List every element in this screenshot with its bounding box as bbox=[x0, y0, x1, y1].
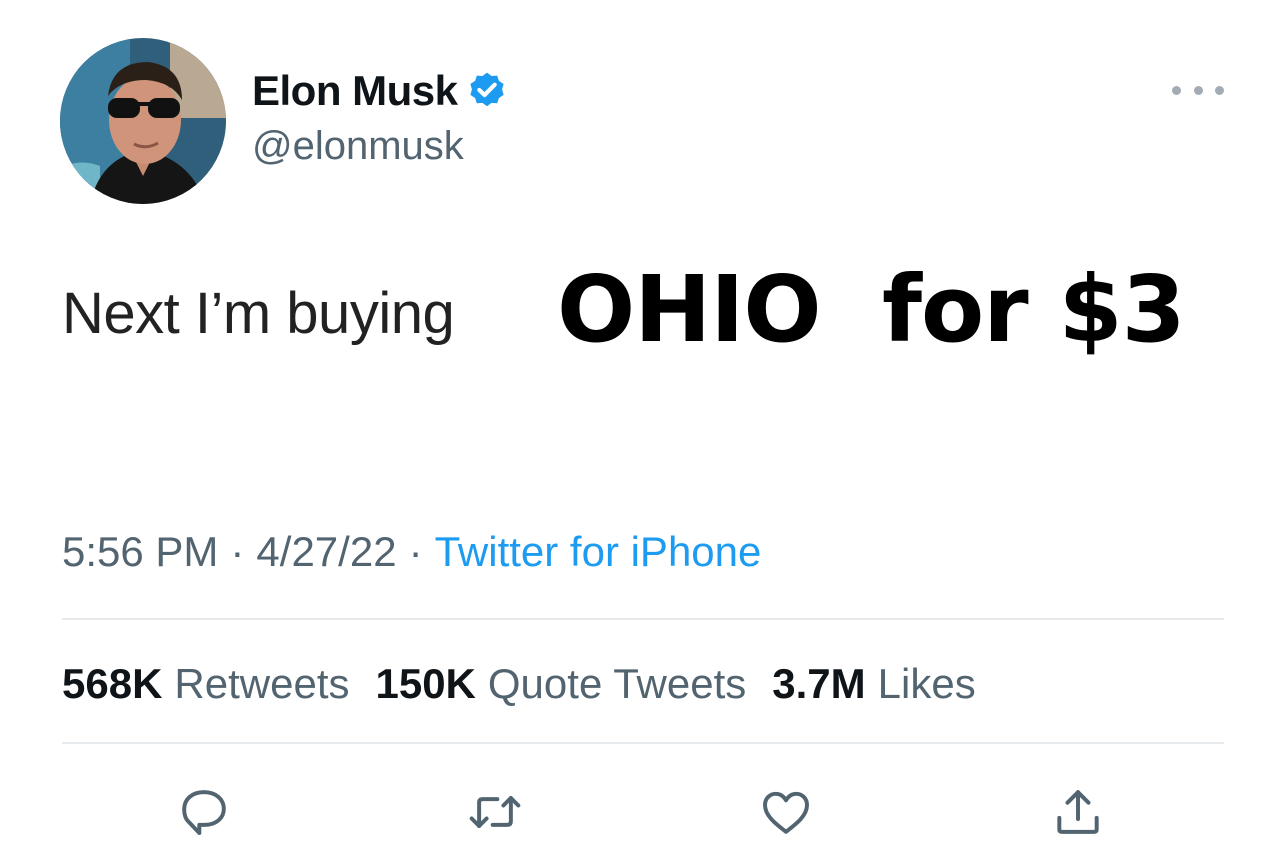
more-options-icon[interactable] bbox=[1172, 76, 1224, 104]
retweets-stat[interactable]: 568K Retweets bbox=[62, 660, 375, 707]
quote-tweets-stat[interactable]: 150K Quote Tweets bbox=[375, 660, 772, 707]
like-icon bbox=[763, 791, 809, 834]
tweet-stats: 568K Retweets 150K Quote Tweets 3.7M Likes bbox=[62, 660, 1002, 708]
reply-icon bbox=[182, 790, 226, 835]
avatar[interactable] bbox=[60, 38, 226, 204]
quote-tweets-label: Quote Tweets bbox=[487, 660, 747, 707]
divider bbox=[62, 618, 1224, 620]
retweets-label: Retweets bbox=[174, 660, 350, 707]
more-dot bbox=[1193, 85, 1203, 95]
meta-separator: · bbox=[230, 528, 245, 575]
display-name-text: Elon Musk bbox=[252, 67, 458, 114]
tweet-overlay-text-price: for $3 bbox=[882, 256, 1186, 363]
more-dot bbox=[1172, 85, 1181, 95]
meta-separator: · bbox=[408, 528, 423, 575]
retweet-icon bbox=[469, 796, 521, 828]
likes-label: Likes bbox=[877, 660, 976, 707]
retweet-button[interactable] bbox=[467, 784, 523, 840]
user-handle[interactable]: @elonmusk bbox=[252, 124, 464, 169]
tweet-date[interactable]: 4/27/22 bbox=[256, 528, 396, 575]
more-dot bbox=[1215, 85, 1224, 95]
quote-tweets-count: 150K bbox=[375, 660, 476, 707]
divider bbox=[62, 742, 1224, 744]
tweet-time[interactable]: 5:56 PM bbox=[62, 528, 218, 575]
display-name[interactable]: Elon Musk bbox=[252, 66, 508, 116]
reply-button[interactable] bbox=[176, 784, 232, 840]
tweet-overlay-text-ohio: OHIO bbox=[557, 256, 822, 363]
share-button[interactable] bbox=[1050, 784, 1106, 840]
tweet-text: Next I’m buying bbox=[62, 281, 455, 346]
tweet-meta: 5:56 PM · 4/27/22 · Twitter for iPhone bbox=[62, 528, 761, 576]
verified-badge-icon bbox=[466, 70, 508, 112]
like-button[interactable] bbox=[758, 784, 814, 840]
likes-count: 3.7M bbox=[772, 660, 866, 707]
likes-stat[interactable]: 3.7M Likes bbox=[772, 660, 1001, 707]
tweet-source-link[interactable]: Twitter for iPhone bbox=[435, 528, 762, 575]
share-icon bbox=[1057, 790, 1099, 834]
retweets-count: 568K bbox=[62, 660, 163, 707]
